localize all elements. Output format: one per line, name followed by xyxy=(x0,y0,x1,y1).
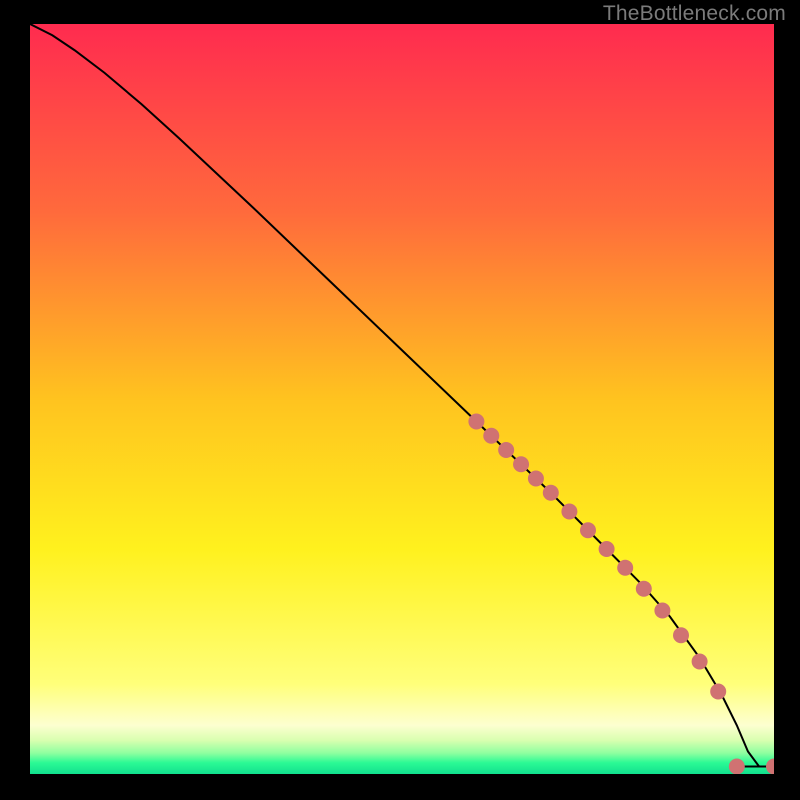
data-marker xyxy=(483,428,499,444)
data-marker xyxy=(543,485,559,501)
data-marker xyxy=(580,522,596,538)
chart-frame: TheBottleneck.com xyxy=(0,0,800,800)
data-marker xyxy=(654,603,670,619)
chart-plot-area xyxy=(30,24,774,774)
data-marker xyxy=(673,627,689,643)
data-marker xyxy=(617,560,633,576)
data-marker xyxy=(468,414,484,430)
data-marker xyxy=(710,684,726,700)
data-marker xyxy=(692,654,708,670)
data-marker xyxy=(528,471,544,487)
chart-svg xyxy=(30,24,774,774)
data-marker xyxy=(513,456,529,472)
gradient-background xyxy=(30,24,774,774)
data-marker xyxy=(729,759,745,775)
data-marker xyxy=(498,442,514,458)
data-marker xyxy=(636,581,652,597)
data-marker xyxy=(561,504,577,520)
data-marker xyxy=(599,541,615,557)
watermark-text: TheBottleneck.com xyxy=(603,2,786,26)
